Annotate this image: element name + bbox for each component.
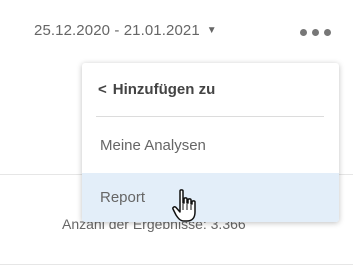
date-range-selector[interactable]: 25.12.2020 - 21.01.2021 ▼: [34, 22, 217, 39]
menu-item-label: Report: [100, 189, 146, 206]
more-dot: [324, 28, 331, 36]
menu-item-label: Meine Analysen: [100, 136, 206, 154]
date-range-label: 25.12.2020 - 21.01.2021: [34, 22, 200, 39]
chevron-left-icon: <: [98, 80, 107, 98]
menu-back-header[interactable]: < Hinzufügen zu: [82, 63, 339, 115]
menu-item-meine-analysen[interactable]: Meine Analysen: [82, 122, 339, 168]
more-options-button[interactable]: [300, 25, 340, 39]
menu-title: Hinzufügen zu: [112, 80, 216, 98]
add-to-dropdown: < Hinzufügen zu Meine Analysen Report: [82, 63, 339, 222]
menu-divider: [96, 116, 324, 117]
more-dot: [312, 28, 319, 36]
hand-pointer-icon: [172, 189, 196, 222]
caret-down-icon: ▼: [206, 25, 217, 36]
more-dot: [300, 28, 307, 36]
divider: [0, 264, 353, 265]
menu-item-report[interactable]: Report: [82, 173, 339, 222]
